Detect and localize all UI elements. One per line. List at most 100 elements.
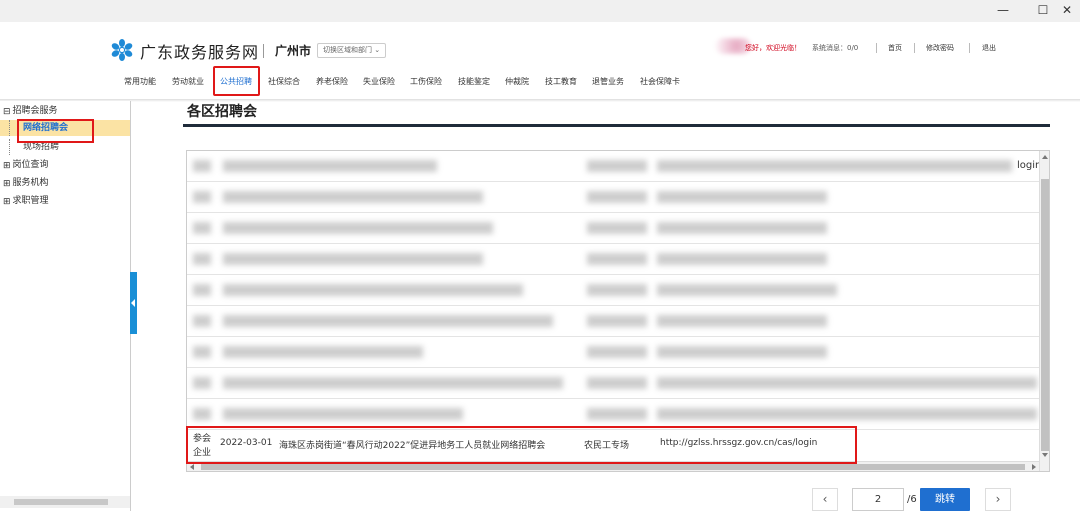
- region-select[interactable]: 切换区域和部门 ⌄: [317, 43, 387, 58]
- redacted-text: [223, 222, 493, 234]
- sidebar-item-label: 岗位查询: [12, 160, 49, 170]
- chevron-down-icon: ⌄: [374, 46, 381, 54]
- nav-item-technical-education[interactable]: 技工教育: [545, 76, 577, 87]
- redacted-text: [657, 222, 827, 234]
- redacted-text: [587, 222, 647, 234]
- list-item[interactable]: [187, 244, 1039, 275]
- list-item[interactable]: [187, 275, 1039, 306]
- sidebar-item-job-seeker-management[interactable]: ⊞ 求职管理: [0, 193, 130, 209]
- greeting-text: 您好，欢迎光临！: [745, 44, 801, 52]
- minimize-button[interactable]: —: [990, 2, 1016, 18]
- system-message-link[interactable]: 系统消息：0/0: [812, 43, 858, 53]
- nav-item-employment[interactable]: 劳动就业: [172, 76, 204, 87]
- list-item[interactable]: [187, 368, 1039, 399]
- redacted-text: [587, 284, 647, 296]
- job-fair-list: login: [186, 150, 1050, 472]
- redacted-text: [193, 191, 211, 203]
- header-sep: [876, 43, 877, 53]
- list-item[interactable]: [187, 213, 1039, 244]
- nav-item-arbitration[interactable]: 仲裁院: [505, 76, 529, 87]
- sidebar-item-label: 招聘会服务: [12, 106, 58, 116]
- site-title[interactable]: 广东政务服务网: [140, 39, 259, 63]
- redacted-text: [223, 408, 463, 420]
- window-titlebar: — ☐ ✕: [0, 0, 1080, 22]
- header-shadow: [0, 99, 1080, 102]
- redacted-text: [657, 408, 1037, 420]
- scrollbar-thumb[interactable]: [1041, 179, 1049, 451]
- redacted-text: [587, 315, 647, 327]
- sidebar-item-label: 服务机构: [12, 178, 49, 188]
- redacted-text: [223, 284, 523, 296]
- redacted-text: [193, 253, 211, 265]
- header-sep: [969, 43, 970, 53]
- sidebar-item-label: 现场招聘: [23, 142, 60, 152]
- list-item[interactable]: login: [187, 151, 1041, 182]
- list-item[interactable]: [187, 182, 1039, 213]
- redacted-text: [587, 377, 647, 389]
- total-pages: /6: [907, 494, 917, 505]
- nav-item-skill-appraisal[interactable]: 技能鉴定: [458, 76, 490, 87]
- nav-item-social-security[interactable]: 社保综合: [268, 76, 300, 87]
- sidebar-collapse-handle[interactable]: [130, 272, 137, 334]
- redacted-text: [657, 160, 1012, 172]
- header-divider: [263, 44, 264, 58]
- sidebar-item-job-search[interactable]: ⊞ 岗位查询: [0, 157, 130, 173]
- jump-button[interactable]: 跳转: [920, 488, 970, 511]
- redacted-text: [193, 160, 211, 172]
- next-page-button[interactable]: ›: [985, 488, 1011, 511]
- change-password-link[interactable]: 修改密码: [926, 43, 954, 53]
- nav-item-pension[interactable]: 养老保险: [316, 76, 348, 87]
- collapse-toggle-icon[interactable]: ⊟: [3, 108, 11, 117]
- redacted-text: [587, 191, 647, 203]
- redacted-text: [223, 377, 563, 389]
- scroll-up-icon[interactable]: [1042, 155, 1048, 159]
- redacted-text: [657, 377, 1037, 389]
- nav-item-unemployment[interactable]: 失业保险: [363, 76, 395, 87]
- highlight-box-row: [186, 426, 857, 464]
- redacted-text: [657, 315, 827, 327]
- scrollbar-thumb[interactable]: [14, 499, 108, 505]
- expand-toggle-icon[interactable]: ⊞: [3, 180, 11, 189]
- nav-item-injury[interactable]: 工伤保险: [410, 76, 442, 87]
- title-divider: [183, 124, 1050, 127]
- page-number-input[interactable]: 2: [852, 488, 904, 511]
- scrollbar-thumb[interactable]: [201, 464, 1025, 470]
- sidebar-horizontal-scrollbar[interactable]: [0, 496, 130, 508]
- scroll-right-icon[interactable]: [1032, 464, 1036, 470]
- redacted-text: [193, 315, 211, 327]
- list-item[interactable]: [187, 337, 1039, 368]
- expand-toggle-icon[interactable]: ⊞: [3, 198, 11, 207]
- prev-page-button[interactable]: ‹: [812, 488, 838, 511]
- highlight-box-sidebar: [17, 119, 94, 143]
- close-button[interactable]: ✕: [1054, 2, 1080, 18]
- sidebar-item-job-fair-service[interactable]: ⊟ 招聘会服务: [0, 103, 130, 119]
- site-logo-icon: [111, 39, 133, 61]
- expand-toggle-icon[interactable]: ⊞: [3, 162, 11, 171]
- redacted-text: [587, 408, 647, 420]
- sidebar-item-label: 求职管理: [12, 196, 49, 206]
- redacted-text: [223, 346, 423, 358]
- site-header: 广东政务服务网 广州市 切换区域和部门 ⌄ 您好，欢迎光临！ 系统消息：0/0 …: [0, 22, 1080, 100]
- highlight-box-nav: [213, 66, 260, 96]
- nav-item-social-card[interactable]: 社会保障卡: [640, 76, 680, 87]
- scroll-left-icon[interactable]: [190, 464, 194, 470]
- redacted-text: [587, 160, 647, 172]
- city-label: 广州市: [275, 44, 312, 58]
- nav-item-common[interactable]: 常用功能: [124, 76, 156, 87]
- redacted-text: [657, 346, 827, 358]
- redacted-text: [657, 284, 837, 296]
- scroll-down-icon[interactable]: [1042, 453, 1048, 457]
- page-title: 各区招聘会: [187, 104, 257, 120]
- list-vertical-scrollbar[interactable]: [1039, 151, 1049, 471]
- sidebar-item-service-agency[interactable]: ⊞ 服务机构: [0, 175, 130, 191]
- list-item[interactable]: [187, 306, 1039, 337]
- header-sep: [914, 43, 915, 53]
- home-link[interactable]: 首页: [888, 43, 902, 53]
- maximize-button[interactable]: ☐: [1030, 2, 1056, 18]
- redacted-text: [193, 377, 211, 389]
- redacted-text: [223, 191, 483, 203]
- redacted-text: [223, 315, 553, 327]
- logout-link[interactable]: 退出: [982, 43, 996, 53]
- nav-item-retirement[interactable]: 退管业务: [592, 76, 624, 87]
- redacted-text: [193, 346, 211, 358]
